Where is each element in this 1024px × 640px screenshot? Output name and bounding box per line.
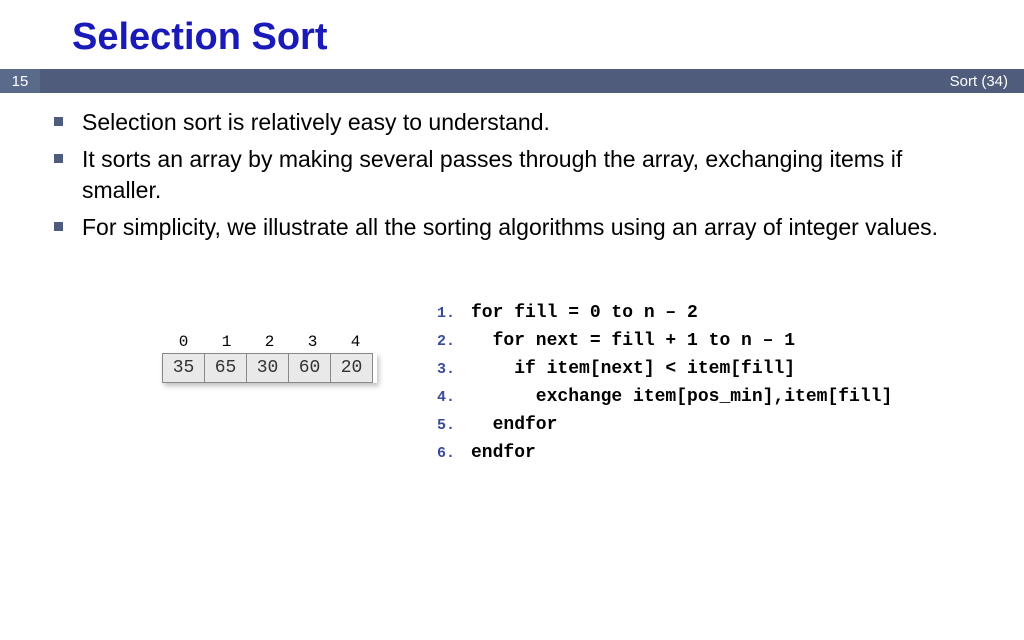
index-cell: 2 [248, 333, 291, 351]
header-right: Sort (34) [40, 69, 1024, 93]
index-cell: 1 [205, 333, 248, 351]
index-cell: 0 [162, 333, 205, 351]
line-number: 6. [437, 443, 471, 463]
bullet-list: Selection sort is relatively easy to und… [72, 107, 984, 243]
array-cell: 30 [246, 353, 289, 383]
line-number: 1. [437, 303, 471, 323]
bullet-item: For simplicity, we illustrate all the so… [72, 212, 984, 243]
pseudocode: 1. for fill = 0 to n – 2 2. for next = f… [437, 303, 892, 471]
content: Selection sort is relatively easy to und… [0, 93, 1024, 471]
line-number: 3. [437, 359, 471, 379]
slide-title: Selection Sort [0, 0, 1024, 69]
array-cell: 20 [330, 353, 373, 383]
code-line: 5. endfor [437, 415, 892, 435]
bullet-item: It sorts an array by making several pass… [72, 144, 984, 206]
array-diagram: 0 1 2 3 4 35 65 30 60 20 [162, 333, 377, 383]
line-number: 2. [437, 331, 471, 351]
code-line: 1. for fill = 0 to n – 2 [437, 303, 892, 323]
index-cell: 4 [334, 333, 377, 351]
code-text: endfor [471, 415, 557, 435]
code-line: 4. exchange item[pos_min],item[fill] [437, 387, 892, 407]
lower-row: 0 1 2 3 4 35 65 30 60 20 1. for fill = 0… [72, 303, 984, 471]
code-text: for next = fill + 1 to n – 1 [471, 331, 795, 351]
array-cells: 35 65 30 60 20 [162, 353, 377, 383]
code-line: 2. for next = fill + 1 to n – 1 [437, 331, 892, 351]
code-text: for fill = 0 to n – 2 [471, 303, 698, 323]
line-number: 5. [437, 415, 471, 435]
header-bar: 15 Sort (34) [0, 69, 1024, 93]
array-cell: 65 [204, 353, 247, 383]
bullet-item: Selection sort is relatively easy to und… [72, 107, 984, 138]
code-text: endfor [471, 443, 536, 463]
array-cell: 60 [288, 353, 331, 383]
code-text: exchange item[pos_min],item[fill] [471, 387, 892, 407]
code-line: 3. if item[next] < item[fill] [437, 359, 892, 379]
index-cell: 3 [291, 333, 334, 351]
code-line: 6. endfor [437, 443, 892, 463]
array-indices: 0 1 2 3 4 [162, 333, 377, 351]
code-text: if item[next] < item[fill] [471, 359, 795, 379]
page-number: 15 [0, 69, 40, 93]
line-number: 4. [437, 387, 471, 407]
array-cell: 35 [162, 353, 205, 383]
